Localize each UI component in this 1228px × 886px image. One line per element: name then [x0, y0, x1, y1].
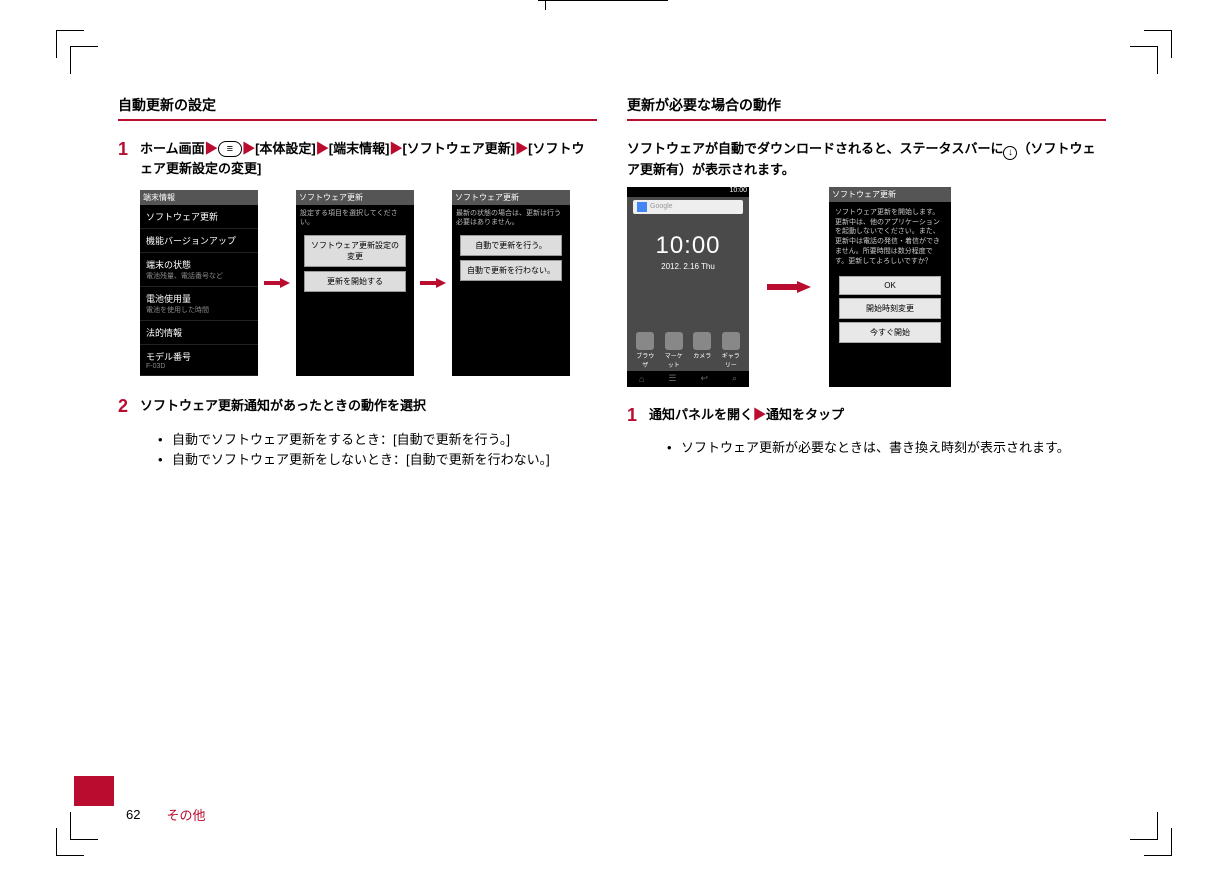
- step-number: 1: [118, 139, 140, 178]
- triangle-icon: ▶: [753, 407, 766, 422]
- triangle-icon: ▶: [515, 141, 528, 156]
- step-2-bullets: 自動でソフトウェア更新をするとき：[自動で更新を行う。] 自動でソフトウェア更新…: [158, 430, 597, 472]
- right-column: 更新が必要な場合の動作 ソフトウェアが自動でダウンロードされると、ステータスバー…: [627, 95, 1106, 825]
- dialog-button: 開始時刻変更: [839, 298, 941, 319]
- breadcrumb-part: [端末情報]: [329, 141, 390, 156]
- phone-titlebar: ソフトウェア更新: [452, 190, 570, 205]
- arrow-icon: [767, 281, 811, 293]
- breadcrumb-part: [ソフトウェア更新]: [402, 141, 515, 156]
- chapter-label: その他: [166, 805, 205, 824]
- triangle-icon: ▶: [389, 141, 402, 156]
- step-number: 2: [118, 396, 140, 418]
- phone-button: 自動で更新を行う。: [460, 235, 562, 256]
- list-item: 端末の状態電池残量、電話番号など: [140, 253, 258, 287]
- triangle-icon: ▶: [316, 141, 329, 156]
- dialog-button: OK: [839, 276, 941, 295]
- bullet-item: 自動でソフトウェア更新をするとき：[自動で更新を行う。]: [158, 430, 597, 451]
- list-item: モデル番号F-03D: [140, 345, 258, 376]
- chapter-tab: [74, 776, 114, 806]
- section-title-right: 更新が必要な場合の動作: [627, 95, 1106, 121]
- screenshot-homescreen: 10:00 Google 10:00 2012. 2.16 Thu ブラウザ マ…: [627, 187, 749, 387]
- dock-icon: カメラ: [692, 332, 712, 369]
- triangle-icon: ▶: [205, 141, 218, 156]
- screenshot-sw-update-choice: ソフトウェア更新 最新の状態の場合は、更新は行う必要はありません。 自動で更新を…: [452, 190, 570, 376]
- phone-message: 最新の状態の場合は、更新は行う必要はありません。: [452, 205, 570, 231]
- left-column: 自動更新の設定 1 ホーム画面▶≡▶[本体設定]▶[端末情報]▶[ソフトウェア更…: [118, 95, 597, 825]
- phone-titlebar: 端末情報: [140, 190, 258, 205]
- dialog-button: 今すぐ開始: [839, 322, 941, 343]
- phone-button: 更新を開始する: [304, 271, 406, 292]
- list-item: ソフトウェア更新: [140, 205, 258, 229]
- status-bar: 10:00: [627, 187, 749, 197]
- phone-button: ソフトウェア更新設定の変更: [304, 235, 406, 267]
- bullet-item: 自動でソフトウェア更新をしないとき：[自動で更新を行わない。]: [158, 450, 597, 471]
- dialog-message: ソフトウェア更新を開始します。更新中は、他のアプリケーションを起動しないでくださ…: [829, 202, 951, 273]
- screenshot-row-right: 10:00 Google 10:00 2012. 2.16 Thu ブラウザ マ…: [627, 187, 1106, 387]
- step-1-right-bullets: ソフトウェア更新が必要なときは、書き換え時刻が表示されます。: [667, 438, 1106, 459]
- screenshot-update-dialog: ソフトウェア更新 ソフトウェア更新を開始します。更新中は、他のアプリケーションを…: [829, 187, 951, 387]
- page-footer: 62 その他: [118, 805, 205, 824]
- dock-icon: ブラウザ: [635, 332, 655, 369]
- step-body: 通知パネルを開く▶通知をタップ: [649, 405, 1106, 427]
- search-bar: Google: [633, 200, 743, 214]
- arrow-icon: [264, 278, 290, 288]
- list-item: 電池使用量電池を使用した時間: [140, 287, 258, 321]
- google-icon: [637, 202, 647, 212]
- menu-key-icon: ≡: [218, 141, 242, 157]
- download-available-icon: ↓: [1003, 146, 1017, 160]
- bullet-item: ソフトウェア更新が必要なときは、書き換え時刻が表示されます。: [667, 438, 1106, 459]
- phone-titlebar: ソフトウェア更新: [829, 187, 951, 202]
- list-item: 法的情報: [140, 321, 258, 345]
- dock: ブラウザ マーケット カメラ ギャラリー: [627, 332, 749, 369]
- screenshot-row: 端末情報 ソフトウェア更新 機能バージョンアップ 端末の状態電池残量、電話番号な…: [140, 190, 597, 376]
- triangle-icon: ▶: [242, 141, 255, 156]
- step-2-left: 2 ソフトウェア更新通知があったときの動作を選択: [118, 396, 597, 418]
- breadcrumb-part: ホーム画面: [140, 141, 205, 156]
- phone-hint: 設定する項目を選択してください。: [296, 205, 414, 231]
- step-1-left: 1 ホーム画面▶≡▶[本体設定]▶[端末情報]▶[ソフトウェア更新]▶[ソフトウ…: [118, 139, 597, 178]
- phone-button: 自動で更新を行わない。: [460, 260, 562, 281]
- clock-time: 10:00: [627, 232, 749, 260]
- step-body: ホーム画面▶≡▶[本体設定]▶[端末情報]▶[ソフトウェア更新]▶[ソフトウェア…: [140, 139, 597, 178]
- step-number: 1: [627, 405, 649, 427]
- section-title-left: 自動更新の設定: [118, 95, 597, 121]
- page-number: 62: [126, 807, 140, 822]
- page-content: 自動更新の設定 1 ホーム画面▶≡▶[本体設定]▶[端末情報]▶[ソフトウェア更…: [118, 95, 1106, 825]
- breadcrumb-part: [本体設定]: [255, 141, 316, 156]
- screenshot-sw-update-menu: ソフトウェア更新 設定する項目を選択してください。 ソフトウェア更新設定の変更 …: [296, 190, 414, 376]
- dock-icon: ギャラリー: [721, 332, 741, 369]
- intro-text: ソフトウェアが自動でダウンロードされると、ステータスバーに↓（ソフトウェア更新有…: [627, 139, 1106, 181]
- clock-date: 2012. 2.16 Thu: [627, 262, 749, 271]
- screenshot-terminal-info: 端末情報 ソフトウェア更新 機能バージョンアップ 端末の状態電池残量、電話番号な…: [140, 190, 258, 376]
- dock-icon: マーケット: [664, 332, 684, 369]
- arrow-icon: [420, 278, 446, 288]
- clock-widget: 10:00 2012. 2.16 Thu: [627, 232, 749, 271]
- list-item: 機能バージョンアップ: [140, 229, 258, 253]
- phone-titlebar: ソフトウェア更新: [296, 190, 414, 205]
- android-nav: ⌂☰↩⌕: [627, 371, 749, 387]
- step-1-right: 1 通知パネルを開く▶通知をタップ: [627, 405, 1106, 427]
- step-body: ソフトウェア更新通知があったときの動作を選択: [140, 396, 597, 418]
